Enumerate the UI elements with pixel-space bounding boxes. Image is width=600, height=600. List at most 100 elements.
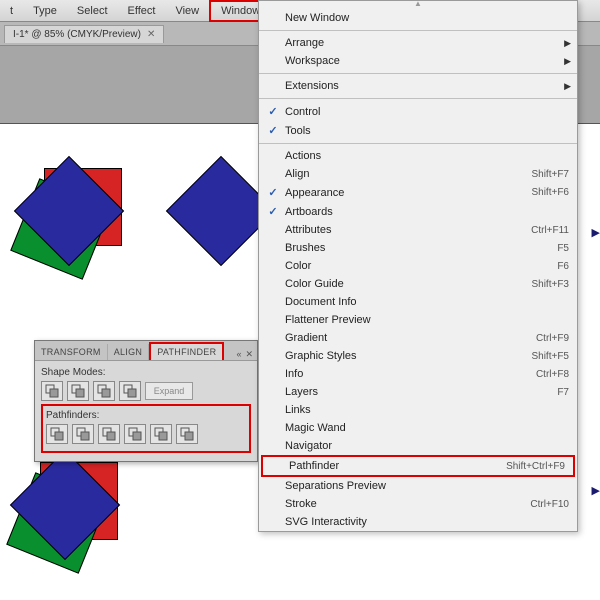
menu-item-info[interactable]: InfoCtrl+F8 [259,365,577,383]
menu-item-links[interactable]: Links [259,401,577,419]
menu-item-arrange[interactable]: Arrange▶ [259,34,577,52]
menu-item-label: Graphic Styles [283,350,531,362]
menu-shortcut: F5 [557,243,569,254]
divide-icon[interactable] [46,424,68,444]
menu-grip-icon: ▲ [259,1,577,9]
menu-item-label: Layers [283,386,557,398]
menu-item-label: Arrange [283,37,569,49]
menu-item-separations-preview[interactable]: Separations Preview [259,477,577,495]
minus-front-icon[interactable] [67,381,89,401]
menu-item-document-info[interactable]: Document Info [259,293,577,311]
menu-item-new-window[interactable]: New Window [259,9,577,27]
menu-item-label: Document Info [283,296,569,308]
menu-separator [259,30,577,31]
menu-item-graphic-styles[interactable]: Graphic StylesShift+F5 [259,347,577,365]
shape-modes-label: Shape Modes: [41,367,251,378]
menu-item-label: Tools [283,125,569,137]
menu-item-control[interactable]: ✓Control [259,102,577,121]
menu-item-label: Gradient [283,332,536,344]
tab-align[interactable]: ALIGN [108,344,150,360]
menu-shortcut: F6 [557,261,569,272]
menu-item-brushes[interactable]: BrushesF5 [259,239,577,257]
menu-shortcut: Shift+Ctrl+F9 [506,461,565,472]
menu-item-actions[interactable]: Actions [259,147,577,165]
window-dropdown: ▲ New WindowArrange▶Workspace▶Extensions… [258,0,578,532]
menu-select[interactable]: Select [67,2,118,20]
shape-modes-row: Expand [41,381,251,401]
menu-item-magic-wand[interactable]: Magic Wand [259,419,577,437]
menu-item-stroke[interactable]: StrokeCtrl+F10 [259,495,577,513]
menu-item[interactable]: t [0,2,23,20]
chevron-right-icon: ▶ [564,81,571,92]
menu-shortcut: Ctrl+F10 [530,499,569,510]
shape-group-3[interactable] [12,456,132,576]
panel-close-icon[interactable]: ✕ [245,349,253,360]
menu-item-color[interactable]: ColorF6 [259,257,577,275]
chevron-right-icon: ▶ [564,56,571,67]
menu-item-label: Separations Preview [283,480,569,492]
menu-shortcut: F7 [557,387,569,398]
menu-shortcut: Shift+F7 [531,169,569,180]
unite-icon[interactable] [41,381,63,401]
menu-item-label: Info [283,368,536,380]
menu-shortcut: Ctrl+F11 [531,225,569,236]
expand-button[interactable]: Expand [145,382,193,400]
menu-item-label: Control [283,106,569,118]
menu-item-artboards[interactable]: ✓Artboards [259,202,577,221]
tab-transform[interactable]: TRANSFORM [35,344,108,360]
trim-icon[interactable] [72,424,94,444]
document-tab[interactable]: I-1* @ 85% (CMYK/Preview) ✕ [4,25,164,43]
menu-item-gradient[interactable]: GradientCtrl+F9 [259,329,577,347]
pathfinder-panel[interactable]: TRANSFORM ALIGN PATHFINDER « ✕ Shape Mod… [34,340,258,462]
menu-item-color-guide[interactable]: Color GuideShift+F3 [259,275,577,293]
close-icon[interactable]: ✕ [147,29,155,40]
menu-shortcut: Shift+F3 [531,279,569,290]
menu-separator [259,98,577,99]
menu-item-flattener-preview[interactable]: Flattener Preview [259,311,577,329]
menu-item-pathfinder[interactable]: PathfinderShift+Ctrl+F9 [261,455,575,477]
menu-item-tools[interactable]: ✓Tools [259,121,577,140]
menu-shortcut: Shift+F5 [531,351,569,362]
menu-item-label: SVG Interactivity [283,516,569,528]
intersect-icon[interactable] [93,381,115,401]
menu-separator [259,73,577,74]
document-tab-label: I-1* @ 85% (CMYK/Preview) [13,29,141,40]
tab-pathfinder[interactable]: PATHFINDER [149,342,224,360]
menu-item-appearance[interactable]: ✓AppearanceShift+F6 [259,183,577,202]
menu-item-navigator[interactable]: Navigator [259,437,577,455]
menu-item-label: Workspace [283,55,569,67]
menu-item-layers[interactable]: LayersF7 [259,383,577,401]
menu-type[interactable]: Type [23,2,67,20]
menu-item-label: Stroke [283,498,530,510]
minus-back-icon[interactable] [176,424,198,444]
menu-item-label: Appearance [283,187,531,199]
menu-item-label: Artboards [283,206,569,218]
menu-separator [259,143,577,144]
check-icon: ✓ [263,124,283,137]
outline-icon[interactable] [150,424,172,444]
menu-view[interactable]: View [165,2,209,20]
menu-item-svg-interactivity[interactable]: SVG Interactivity [259,513,577,531]
chevron-right-icon: ▶ [564,38,571,49]
menu-item-label: Navigator [283,440,569,452]
menu-item-label: Color [283,260,557,272]
merge-icon[interactable] [98,424,120,444]
menu-item-label: Flattener Preview [283,314,569,326]
exclude-icon[interactable] [119,381,141,401]
crop-icon[interactable] [124,424,146,444]
pathfinders-label: Pathfinders: [46,410,246,421]
check-icon: ✓ [263,205,283,218]
menu-item-extensions[interactable]: Extensions▶ [259,77,577,95]
check-icon: ✓ [263,105,283,118]
panel-collapse-icon[interactable]: « [236,349,241,360]
menu-item-label: Brushes [283,242,557,254]
menu-item-label: Color Guide [283,278,531,290]
menu-item-align[interactable]: AlignShift+F7 [259,165,577,183]
menu-item-attributes[interactable]: AttributesCtrl+F11 [259,221,577,239]
shape-group-1[interactable] [16,162,136,282]
pathfinders-row [46,424,246,444]
menu-item-label: Links [283,404,569,416]
menu-shortcut: Ctrl+F8 [536,369,569,380]
menu-item-workspace[interactable]: Workspace▶ [259,52,577,70]
menu-effect[interactable]: Effect [118,2,166,20]
